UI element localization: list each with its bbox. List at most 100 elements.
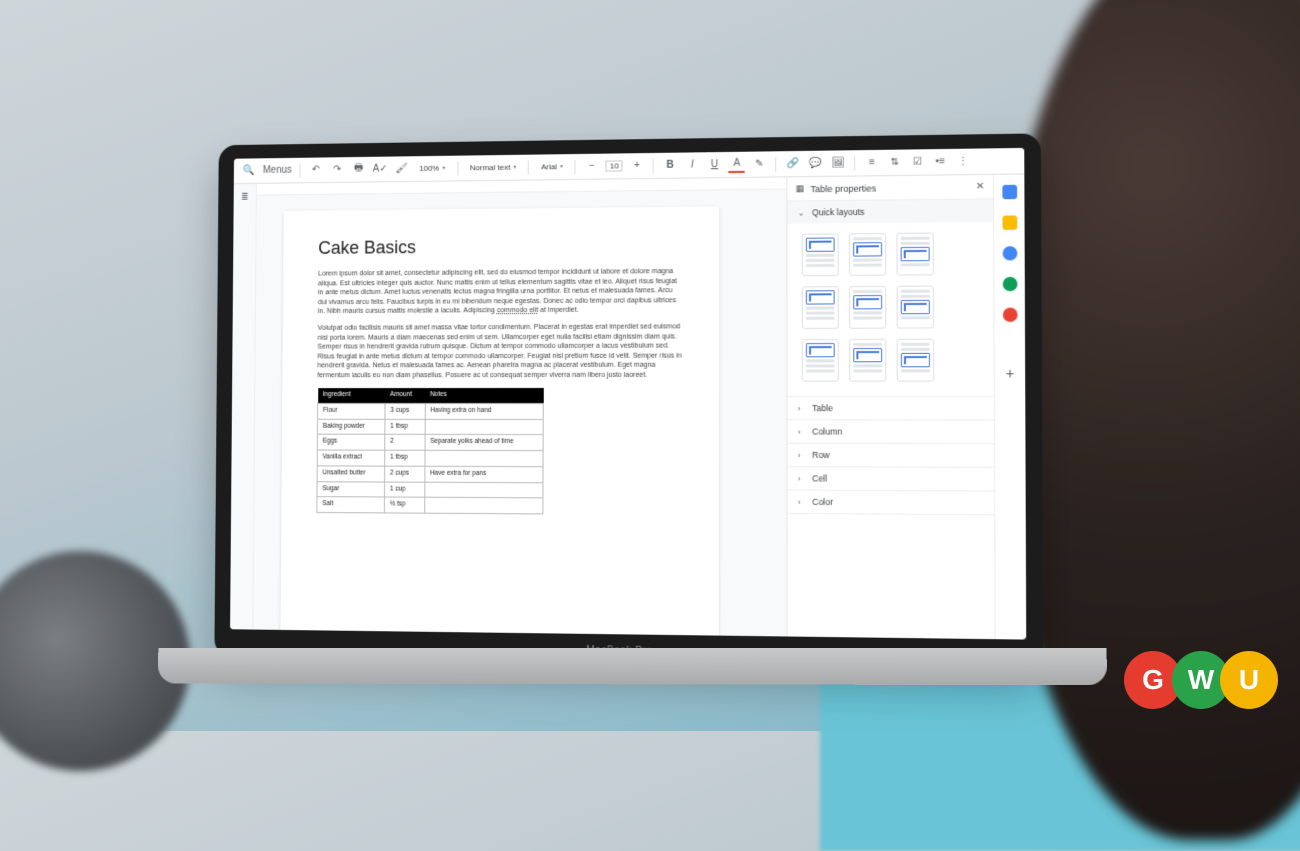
page[interactable]: Cake Basics Lorem ipsum dolor sit amet, … xyxy=(280,206,719,636)
gwu-u: U xyxy=(1220,651,1278,709)
table-row[interactable]: Unsalted butter2 cupsHave extra for pans xyxy=(317,466,543,483)
undo-icon[interactable]: ↶ xyxy=(308,162,324,178)
table-row[interactable]: Vanilla extract1 tbsp xyxy=(317,450,543,466)
laptop-frame: 🔍 Menus ↶ ↷ 🖶 A✓ 🖌 100% Normal text Aria… xyxy=(214,133,1043,669)
table-cell[interactable]: 1 cup xyxy=(385,482,425,498)
search-icon[interactable]: 🔍 xyxy=(242,163,258,179)
table-cell[interactable]: 2 cups xyxy=(385,466,425,482)
chevron-right-icon: › xyxy=(798,474,806,483)
layout-option[interactable] xyxy=(897,286,934,329)
highlight-icon[interactable]: ✎ xyxy=(751,156,767,172)
tasks-icon[interactable] xyxy=(1002,246,1017,260)
table-cell[interactable] xyxy=(425,450,543,466)
table-cell[interactable]: 1 tbsp xyxy=(385,419,425,435)
section-table[interactable]: ›Table xyxy=(787,397,993,420)
layout-option[interactable] xyxy=(849,286,886,329)
layout-option[interactable] xyxy=(802,339,839,382)
main-area: ≣ Cake Basics Lorem ipsum dolor sit amet… xyxy=(230,174,1026,639)
keep-icon[interactable] xyxy=(1002,215,1017,229)
laptop-base xyxy=(158,648,1107,685)
section-color[interactable]: ›Color xyxy=(788,491,995,515)
table-cell[interactable]: ½ tsp xyxy=(384,497,424,513)
maps-icon[interactable] xyxy=(1002,308,1017,322)
layout-option[interactable] xyxy=(802,233,839,276)
chevron-down-icon: ⌄ xyxy=(798,208,806,217)
table-cell[interactable]: 1 tbsp xyxy=(385,450,425,466)
table-icon: ▦ xyxy=(796,183,805,194)
print-icon[interactable]: 🖶 xyxy=(351,161,367,177)
section-cell[interactable]: ›Cell xyxy=(788,467,995,490)
side-rail: + xyxy=(993,174,1026,639)
outline-icon[interactable]: ≣ xyxy=(238,192,249,630)
table-cell[interactable]: Have extra for pans xyxy=(425,466,543,482)
layout-option[interactable] xyxy=(802,286,839,329)
zoom-select[interactable]: 100% xyxy=(415,164,449,173)
table-properties-panel: ▦ Table properties ✕ ⌄ Quick layouts xyxy=(786,175,994,639)
paint-format-icon[interactable]: 🖌 xyxy=(394,161,410,177)
table-header[interactable]: Notes xyxy=(425,388,543,403)
table-cell[interactable]: 2 xyxy=(385,435,425,451)
panel-title: Table properties xyxy=(810,182,969,194)
line-spacing-icon[interactable]: ⇅ xyxy=(886,154,903,170)
layout-option[interactable] xyxy=(896,233,933,276)
table-header[interactable]: Amount xyxy=(385,388,425,403)
table-header[interactable]: Ingredient xyxy=(318,388,386,403)
section-column[interactable]: ›Column xyxy=(787,420,993,443)
table-cell[interactable]: Separate yolks ahead of time xyxy=(425,435,543,451)
italic-icon[interactable]: I xyxy=(684,157,700,173)
font-size-decrease[interactable]: − xyxy=(584,158,600,174)
doc-title[interactable]: Cake Basics xyxy=(318,233,683,260)
layout-option[interactable] xyxy=(897,339,934,382)
table-cell[interactable]: 3 cups xyxy=(385,403,425,419)
font-size-input[interactable]: 10 xyxy=(606,160,623,171)
table-cell[interactable]: Having extra on hand xyxy=(425,403,543,419)
gwu-badge: G W U xyxy=(1124,651,1278,709)
table-row[interactable]: Salt½ tsp xyxy=(317,497,543,514)
section-row[interactable]: ›Row xyxy=(788,444,995,467)
comment-icon[interactable]: 💬 xyxy=(807,155,823,171)
layout-option[interactable] xyxy=(849,233,886,276)
font-select[interactable]: Arial xyxy=(537,162,567,171)
spellcheck-icon[interactable]: A✓ xyxy=(372,161,388,177)
section-quick-layouts[interactable]: ⌄ Quick layouts xyxy=(787,199,993,223)
table-cell[interactable] xyxy=(424,498,543,514)
table-row[interactable]: Eggs2Separate yolks ahead of time xyxy=(317,435,543,451)
menus-label[interactable]: Menus xyxy=(263,162,292,178)
checklist-icon[interactable]: ☑ xyxy=(909,154,926,170)
table-cell[interactable] xyxy=(425,419,543,435)
close-icon[interactable]: ✕ xyxy=(976,181,985,192)
align-icon[interactable]: ≡ xyxy=(864,154,881,170)
redo-icon[interactable]: ↷ xyxy=(329,162,345,178)
chevron-right-icon: › xyxy=(798,497,806,506)
doc-paragraph-2[interactable]: Volutpat odio facilisis mauris sit amet … xyxy=(317,323,682,380)
table-cell[interactable]: Vanilla extract xyxy=(317,450,385,466)
calendar-icon[interactable] xyxy=(1002,185,1017,199)
table-cell[interactable]: Unsalted butter xyxy=(317,466,385,482)
screen: 🔍 Menus ↶ ↷ 🖶 A✓ 🖌 100% Normal text Aria… xyxy=(230,148,1026,640)
table-cell[interactable]: Baking powder xyxy=(317,419,385,435)
image-icon[interactable]: 🖼 xyxy=(830,155,846,171)
doc-paragraph-1[interactable]: Lorem ipsum dolor sit amet, consectetur … xyxy=(318,267,683,316)
quick-layouts-grid xyxy=(787,222,993,396)
table-cell[interactable] xyxy=(424,482,543,498)
table-cell[interactable]: Salt xyxy=(317,497,385,513)
font-size-increase[interactable]: + xyxy=(629,158,645,174)
table-cell[interactable]: Sugar xyxy=(317,481,385,497)
underline-icon[interactable]: U xyxy=(706,157,722,173)
table-row[interactable]: Baking powder1 tbsp xyxy=(317,419,543,435)
table-row[interactable]: Sugar1 cup xyxy=(317,481,543,498)
table-row[interactable]: Flour3 cupsHaving extra on hand xyxy=(318,403,544,419)
contacts-icon[interactable] xyxy=(1002,277,1017,291)
table-cell[interactable]: Eggs xyxy=(317,435,385,451)
link-icon[interactable]: 🔗 xyxy=(785,155,801,171)
bullet-list-icon[interactable]: •≡ xyxy=(932,154,949,170)
style-select[interactable]: Normal text xyxy=(466,163,520,173)
document-canvas: Cake Basics Lorem ipsum dolor sit amet, … xyxy=(253,177,786,636)
text-color-icon[interactable]: A xyxy=(729,156,745,172)
bold-icon[interactable]: B xyxy=(662,157,678,173)
table-cell[interactable]: Flour xyxy=(318,403,386,419)
more-icon[interactable]: ⋮ xyxy=(955,153,972,169)
ingredients-table[interactable]: Ingredient Amount Notes Flour3 cupsHavin… xyxy=(316,388,543,515)
layout-option[interactable] xyxy=(849,339,886,382)
add-addon-icon[interactable]: + xyxy=(1006,365,1015,381)
